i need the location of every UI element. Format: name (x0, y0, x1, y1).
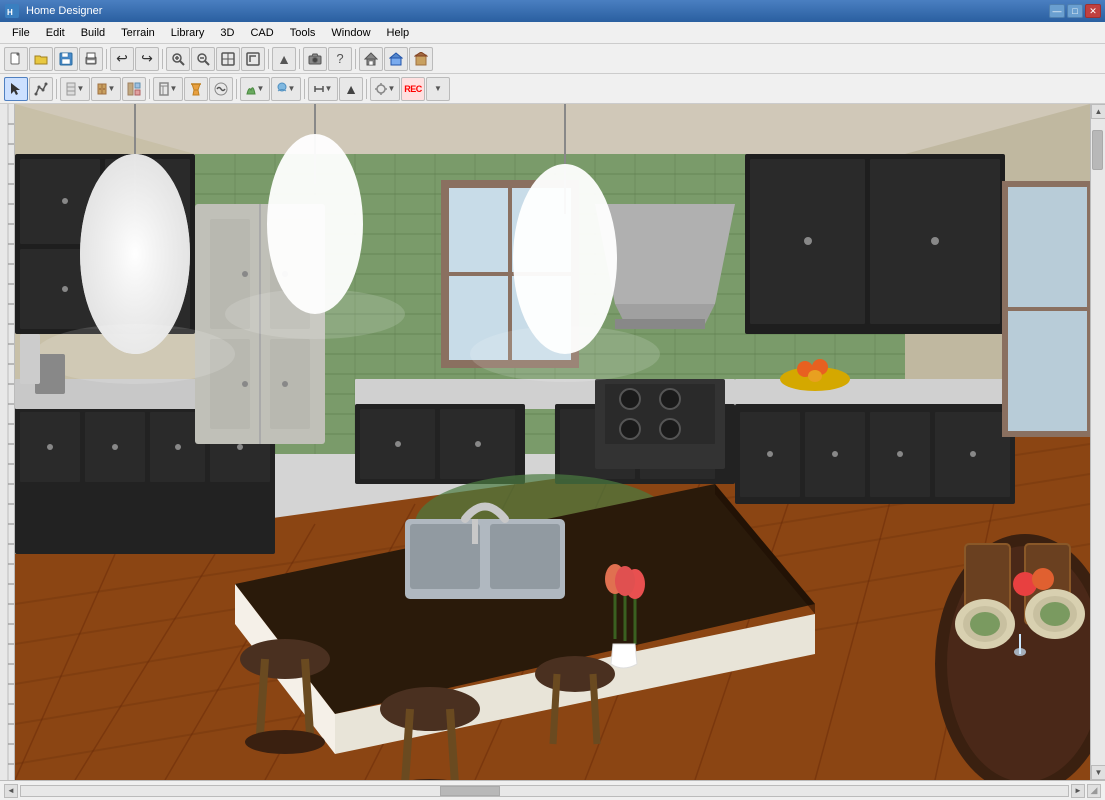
h-scroll-thumb[interactable] (440, 786, 500, 796)
menu-item-tools[interactable]: Tools (282, 25, 324, 41)
window-controls: — □ ✕ (1049, 4, 1101, 18)
sep2-4 (304, 79, 305, 99)
menu-item-cad[interactable]: CAD (242, 25, 281, 41)
menu-item-file[interactable]: File (4, 25, 38, 41)
sep-1 (106, 49, 107, 69)
select-tool-button[interactable] (4, 77, 28, 101)
menu-item-library[interactable]: Library (163, 25, 213, 41)
menu-item-build[interactable]: Build (73, 25, 113, 41)
sep-3 (268, 49, 269, 69)
kitchen-3d-scene (15, 104, 1090, 780)
title-text: Home Designer (26, 5, 1049, 17)
sep2-5 (366, 79, 367, 99)
library-obj-button[interactable] (122, 77, 146, 101)
framing-dropdown[interactable]: ▼ (153, 77, 183, 101)
record-button[interactable]: REC (401, 77, 425, 101)
svg-text:H: H (7, 8, 13, 17)
dimensions-dropdown[interactable]: ▼ (308, 77, 338, 101)
toolbar-2: ▼ ▼ ▼ ▼ ▼ ▼ ▲ ▼ REC ▼ (0, 74, 1105, 104)
minimize-button[interactable]: — (1049, 4, 1065, 18)
status-bar: ◄ ► ◢ (0, 780, 1105, 800)
house-2d-button[interactable] (359, 47, 383, 71)
sep-5 (355, 49, 356, 69)
fit-window-button[interactable] (216, 47, 240, 71)
camera-button[interactable] (303, 47, 327, 71)
menu-bar: File Edit Build Terrain Library 3D CAD T… (0, 22, 1105, 44)
corner-resize[interactable]: ◢ (1087, 784, 1101, 798)
exterior-dropdown[interactable]: ▼ (271, 77, 301, 101)
redo-button[interactable]: ↪ (135, 47, 159, 71)
sep-4 (299, 49, 300, 69)
sep2-2 (149, 79, 150, 99)
extend-button[interactable] (241, 47, 265, 71)
open-button[interactable] (29, 47, 53, 71)
scroll-track[interactable] (1091, 119, 1105, 765)
arrow-up-button[interactable]: ▲ (272, 47, 296, 71)
paint-bucket-button[interactable] (184, 77, 208, 101)
record-dropdown[interactable]: ▼ (426, 77, 450, 101)
terrain-dropdown[interactable]: ▼ (240, 77, 270, 101)
menu-item-help[interactable]: Help (379, 25, 418, 41)
undo-button[interactable]: ↩ (110, 47, 134, 71)
menu-item-3d[interactable]: 3D (212, 25, 242, 41)
scroll-left-button[interactable]: ◄ (4, 784, 18, 798)
save-button[interactable] (54, 47, 78, 71)
scroll-up-button[interactable]: ▲ (1091, 104, 1105, 119)
wall-dropdown[interactable]: ▼ (60, 77, 90, 101)
scroll-down-button[interactable]: ▼ (1091, 765, 1105, 780)
maximize-button[interactable]: □ (1067, 4, 1083, 18)
sep-2 (162, 49, 163, 69)
left-ruler (0, 104, 15, 780)
toolbar-1: ↩ ↪ ▲ ? (0, 44, 1105, 74)
menu-item-terrain[interactable]: Terrain (113, 25, 163, 41)
close-button[interactable]: ✕ (1085, 4, 1101, 18)
sep2-1 (56, 79, 57, 99)
app-icon: H (4, 3, 20, 19)
cabinet-dropdown[interactable]: ▼ (91, 77, 121, 101)
new-button[interactable] (4, 47, 28, 71)
canvas-area[interactable] (15, 104, 1090, 780)
scroll-right-button[interactable]: ► (1071, 784, 1085, 798)
house-3d-button[interactable] (384, 47, 408, 71)
menu-item-edit[interactable]: Edit (38, 25, 73, 41)
texture-button[interactable] (209, 77, 233, 101)
print-button[interactable] (79, 47, 103, 71)
scroll-thumb[interactable] (1092, 130, 1103, 170)
right-scrollbar: ▲ ▼ (1090, 104, 1105, 780)
building-button[interactable] (409, 47, 433, 71)
title-bar: H Home Designer — □ ✕ (0, 0, 1105, 22)
ruler-marks (0, 104, 14, 780)
arrow-dropdown[interactable]: ▲ (339, 77, 363, 101)
horizontal-scrollbar[interactable] (20, 785, 1069, 797)
help-button[interactable]: ? (328, 47, 352, 71)
sep2-3 (236, 79, 237, 99)
transform-dropdown[interactable]: ▼ (370, 77, 400, 101)
menu-item-window[interactable]: Window (323, 25, 378, 41)
polyline-tool-button[interactable] (29, 77, 53, 101)
zoom-in-button[interactable] (166, 47, 190, 71)
zoom-out-button[interactable] (191, 47, 215, 71)
main-area: ▲ ▼ (0, 104, 1105, 780)
